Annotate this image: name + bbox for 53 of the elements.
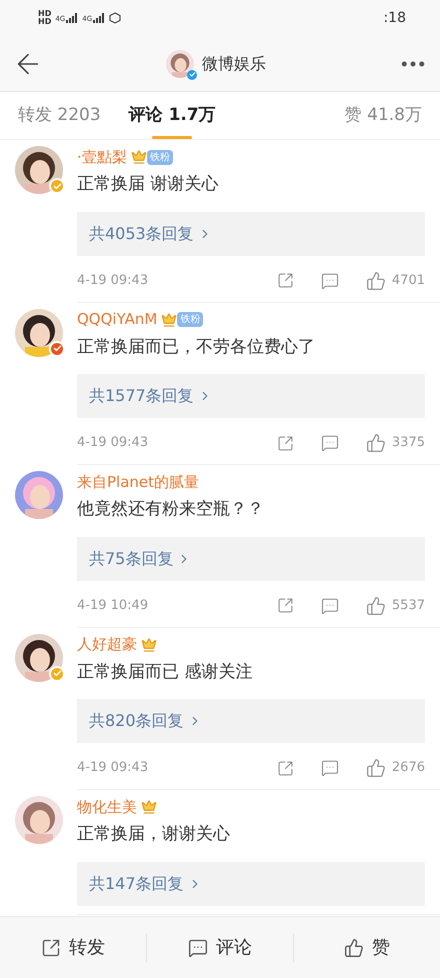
comment-icon[interactable] bbox=[320, 759, 339, 777]
replies-link[interactable]: 共1577条回复 bbox=[77, 374, 425, 418]
replies-link[interactable]: 共147条回复 bbox=[77, 862, 425, 906]
comment-icon[interactable] bbox=[320, 596, 339, 614]
comment-text: 正常换届而已，不劳各位费心了 bbox=[77, 336, 316, 358]
like-count: 5537 bbox=[392, 596, 425, 615]
replies-link[interactable]: 共820条回复 bbox=[77, 699, 425, 743]
like-icon[interactable] bbox=[366, 433, 386, 453]
tab[interactable]: 评论 1.7万 bbox=[128, 92, 216, 139]
sim-label: HD bbox=[38, 10, 52, 18]
action-button[interactable]: 赞 bbox=[294, 934, 440, 961]
repost-icon[interactable] bbox=[276, 760, 294, 776]
fan-badge: 铁粉 bbox=[146, 150, 173, 164]
repost-icon[interactable] bbox=[276, 597, 294, 614]
verified-icon bbox=[187, 70, 197, 80]
signal-icon bbox=[66, 13, 78, 23]
like-icon[interactable] bbox=[366, 758, 386, 778]
like-icon[interactable] bbox=[366, 270, 386, 290]
replies-link[interactable]: 共4053条回复 bbox=[77, 212, 425, 256]
comment-time: 4-19 10:49 bbox=[77, 596, 148, 615]
comment-icon[interactable] bbox=[320, 272, 339, 290]
like-icon[interactable] bbox=[366, 596, 386, 616]
comment-text: 正常换届而已 感谢关注 bbox=[77, 660, 254, 684]
like-count: 2676 bbox=[392, 759, 425, 778]
status-time: :18 bbox=[383, 8, 406, 28]
fan-badge: 铁粉 bbox=[177, 312, 204, 327]
comment-text: 他竟然还有粉来空瓶？？ bbox=[77, 498, 265, 521]
comment-icon[interactable] bbox=[320, 434, 339, 452]
comment-icon bbox=[188, 938, 208, 958]
like-icon bbox=[344, 938, 364, 958]
user-name[interactable]: 物化生美 bbox=[77, 796, 137, 818]
user-name[interactable]: 来自Planet的腻量 bbox=[77, 470, 200, 494]
sim-label: HD bbox=[38, 18, 52, 26]
signal-icon bbox=[93, 13, 106, 23]
repost-icon bbox=[41, 938, 61, 958]
page-title: 微博娱乐 bbox=[202, 52, 266, 74]
user-name[interactable]: 人好超豪 bbox=[77, 633, 137, 656]
comment-time: 4-19 09:43 bbox=[77, 434, 148, 452]
tab[interactable]: 转发 2203 bbox=[18, 92, 101, 139]
action-button[interactable]: 评论 bbox=[147, 934, 293, 961]
like-count: 4701 bbox=[392, 272, 425, 290]
comment-text: 正常换届 谢谢关心 bbox=[77, 173, 220, 196]
action-button[interactable]: 转发 bbox=[0, 934, 146, 961]
replies-link[interactable]: 共75条回复 bbox=[77, 536, 425, 580]
like-count: 3375 bbox=[392, 434, 425, 452]
repost-icon[interactable] bbox=[276, 272, 294, 289]
user-name[interactable]: QQQiYAnM bbox=[77, 308, 158, 331]
comment-time: 4-19 09:43 bbox=[77, 272, 148, 290]
tab[interactable]: 赞 41.8万 bbox=[344, 92, 422, 139]
repost-icon[interactable] bbox=[276, 434, 294, 452]
comment-time: 4-19 09:43 bbox=[77, 759, 148, 778]
comment-text: 正常换届，谢谢关心 bbox=[77, 823, 231, 846]
user-name[interactable]: ·壹點梨 bbox=[77, 146, 127, 168]
